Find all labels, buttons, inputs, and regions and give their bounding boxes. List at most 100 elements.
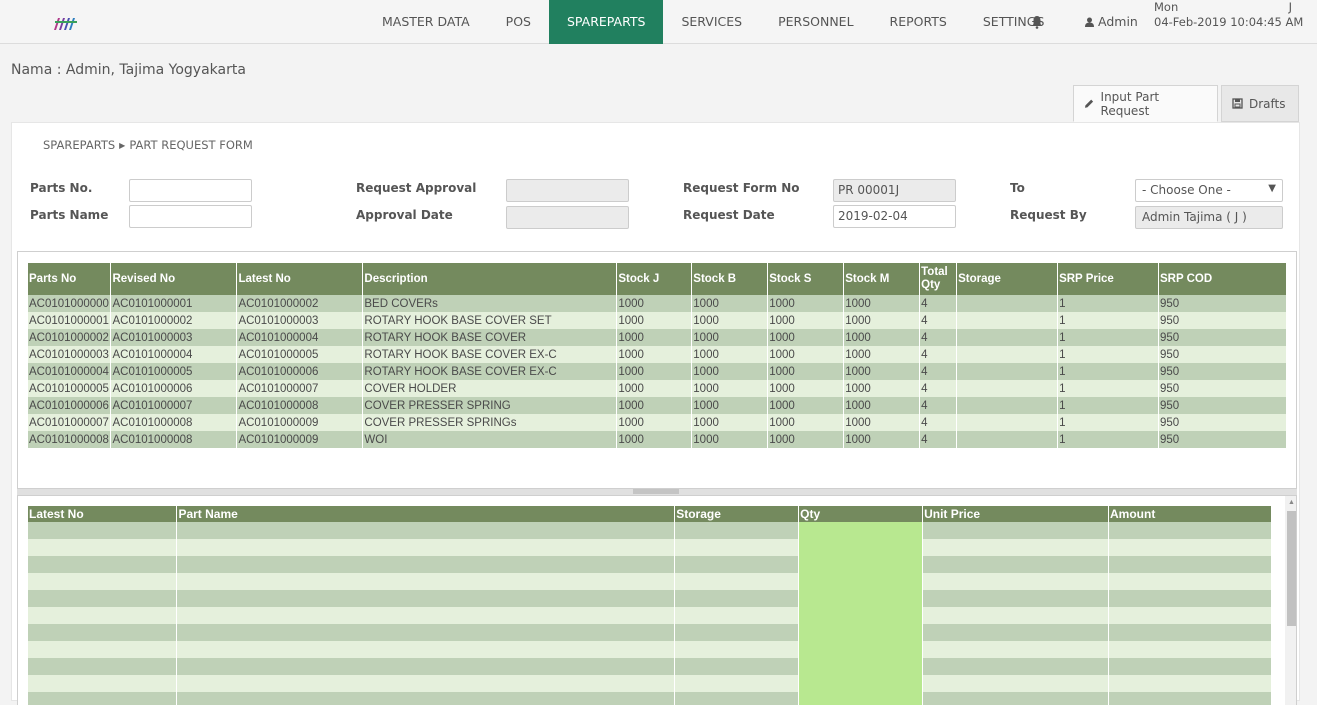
scrollbar-thumb[interactable] xyxy=(1287,511,1296,626)
col-parts-no[interactable]: Parts No xyxy=(28,263,112,295)
nav-spareparts[interactable]: SPAREPARTS xyxy=(548,0,664,44)
table-row[interactable]: AC0101000002 AC0101000003 AC0101000004 ROTA… xyxy=(28,329,1288,346)
table-row[interactable] xyxy=(28,522,1272,539)
col-stock-m[interactable]: Stock M xyxy=(843,263,921,295)
tab-input-part-request[interactable]: Input Part Request xyxy=(1073,85,1218,122)
table-cell: 1000 xyxy=(843,414,921,431)
table-cell xyxy=(674,607,800,624)
col-storage[interactable]: Storage xyxy=(674,506,800,522)
table-row[interactable]: AC0101000008 AC0101000008 AC0101000009 WOI 1… xyxy=(28,431,1288,448)
table-row[interactable] xyxy=(28,590,1272,607)
table-row[interactable]: AC0101000004 AC0101000005 AC0101000006 ROTA… xyxy=(28,363,1288,380)
approval-date-label: Approval Date xyxy=(356,208,453,222)
table-cell: 1 xyxy=(1057,431,1159,448)
table-row[interactable] xyxy=(28,573,1272,590)
col-revised-no[interactable]: Revised No xyxy=(110,263,238,295)
table-cell xyxy=(1108,539,1272,556)
col-stock-j[interactable]: Stock J xyxy=(616,263,693,295)
col-amount[interactable]: Amount xyxy=(1108,506,1272,522)
col-latest-no[interactable]: Latest No xyxy=(28,506,178,522)
to-select[interactable]: - Choose One - ▼ xyxy=(1135,179,1283,202)
col-storage[interactable]: Storage xyxy=(956,263,1059,295)
col-stock-b[interactable]: Stock B xyxy=(691,263,769,295)
qty-input-cell[interactable] xyxy=(798,641,924,658)
table-cell: 950 xyxy=(1158,329,1288,346)
request-grid-scrollbar[interactable]: ▲ xyxy=(1285,496,1296,705)
to-select-value: - Choose One - xyxy=(1142,183,1231,197)
col-total-qty[interactable]: Total Qty xyxy=(919,263,958,295)
qty-input-cell[interactable] xyxy=(798,658,924,675)
user-menu[interactable]: Admin xyxy=(1085,14,1138,29)
breadcrumb-root[interactable]: SPAREPARTS xyxy=(43,138,115,152)
scroll-up-icon[interactable]: ▲ xyxy=(1288,499,1295,506)
col-unit-price[interactable]: Unit Price xyxy=(922,506,1110,522)
to-label: To xyxy=(1010,181,1025,195)
table-cell: 4 xyxy=(919,431,958,448)
qty-input-cell[interactable] xyxy=(798,556,924,573)
nav-master-data[interactable]: MASTER DATA xyxy=(364,0,488,44)
table-row[interactable]: AC0101000005 AC0101000006 AC0101000007 COVE… xyxy=(28,380,1288,397)
table-row[interactable]: AC0101000006 AC0101000007 AC0101000008 COVE… xyxy=(28,397,1288,414)
col-latest-no[interactable]: Latest No xyxy=(236,263,364,295)
bell-icon[interactable] xyxy=(1031,15,1043,29)
table-cell: 1000 xyxy=(691,295,769,312)
table-cell: 1000 xyxy=(691,414,769,431)
nav-services[interactable]: SERVICES xyxy=(663,0,760,44)
table-row[interactable]: AC0101000007 AC0101000008 AC0101000009 COVE… xyxy=(28,414,1288,431)
table-cell: AC0101000000 xyxy=(28,295,112,312)
table-row[interactable]: AC0101000001 AC0101000002 AC0101000003 ROTA… xyxy=(28,312,1288,329)
col-srp-price[interactable]: SRP Price xyxy=(1057,263,1159,295)
qty-input-cell[interactable] xyxy=(798,675,924,692)
table-cell: 1000 xyxy=(691,380,769,397)
col-qty[interactable]: Qty xyxy=(798,506,924,522)
qty-input-cell[interactable] xyxy=(798,607,924,624)
table-row[interactable]: AC0101000000 AC0101000001 AC0101000002 BED … xyxy=(28,295,1288,312)
parts-name-input[interactable] xyxy=(129,205,252,228)
table-cell xyxy=(922,624,1110,641)
nav-pos[interactable]: POS xyxy=(488,0,549,44)
table-cell: 950 xyxy=(1158,312,1288,329)
qty-input-cell[interactable] xyxy=(798,590,924,607)
qty-input-cell[interactable] xyxy=(798,624,924,641)
table-cell: 1000 xyxy=(616,312,693,329)
table-cell xyxy=(28,624,178,641)
nav-personnel[interactable]: PERSONNEL xyxy=(760,0,871,44)
table-row[interactable] xyxy=(28,556,1272,573)
table-row[interactable] xyxy=(28,675,1272,692)
qty-input-cell[interactable] xyxy=(798,692,924,705)
table-cell xyxy=(674,658,800,675)
table-row[interactable] xyxy=(28,624,1272,641)
col-srp-cod[interactable]: SRP COD xyxy=(1158,263,1288,295)
parts-no-input[interactable] xyxy=(129,179,252,202)
col-stock-s[interactable]: Stock S xyxy=(767,263,845,295)
table-row[interactable] xyxy=(28,658,1272,675)
table-cell: AC0101000007 xyxy=(110,397,238,414)
splitter-grip[interactable] xyxy=(633,489,679,494)
table-cell xyxy=(28,658,178,675)
table-cell: 1000 xyxy=(616,363,693,380)
clock-day: Mon xyxy=(1154,0,1179,14)
table-row[interactable] xyxy=(28,607,1272,624)
table-row[interactable] xyxy=(28,641,1272,658)
qty-input-cell[interactable] xyxy=(798,573,924,590)
table-cell xyxy=(956,329,1059,346)
tajima-logo[interactable] xyxy=(52,12,80,32)
request-date-input[interactable]: 2019-02-04 xyxy=(833,205,956,228)
table-cell xyxy=(176,692,676,705)
table-cell: 1000 xyxy=(691,312,769,329)
qty-input-cell[interactable] xyxy=(798,522,924,539)
table-row[interactable]: AC0101000003 AC0101000004 AC0101000005 ROTA… xyxy=(28,346,1288,363)
user-icon xyxy=(1085,17,1094,27)
table-row[interactable] xyxy=(28,539,1272,556)
qty-input-cell[interactable] xyxy=(798,539,924,556)
nav-settings[interactable]: SETTINGS xyxy=(965,0,1063,44)
col-description[interactable]: Description xyxy=(362,263,618,295)
col-part-name[interactable]: Part Name xyxy=(176,506,676,522)
table-row[interactable] xyxy=(28,692,1272,705)
breadcrumb: SPAREPARTS ▶ PART REQUEST FORM xyxy=(43,138,253,152)
tab-drafts[interactable]: Drafts xyxy=(1221,85,1299,122)
request-form-no-label: Request Form No xyxy=(683,181,800,195)
table-cell: AC0101000008 xyxy=(110,414,238,431)
table-cell: AC0101000007 xyxy=(28,414,112,431)
nav-reports[interactable]: REPORTS xyxy=(872,0,965,44)
